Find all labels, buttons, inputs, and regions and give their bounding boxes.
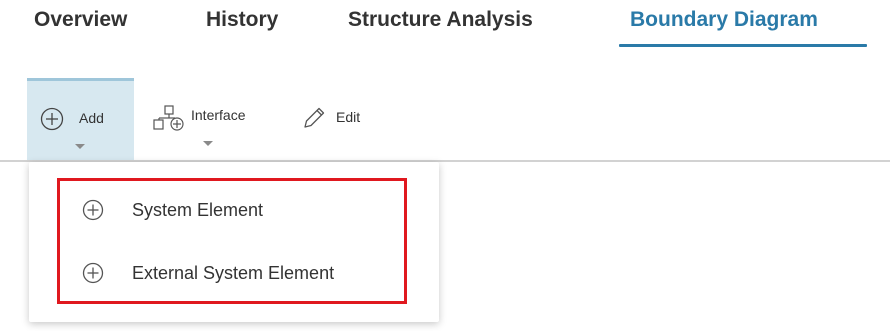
edit-button[interactable]: Edit bbox=[296, 78, 386, 160]
tab-structure-analysis[interactable]: Structure Analysis bbox=[348, 8, 533, 32]
add-button-label: Add bbox=[79, 110, 104, 126]
chevron-down-icon bbox=[75, 144, 85, 149]
app-root: Overview History Structure Analysis Boun… bbox=[0, 0, 890, 331]
tab-overview[interactable]: Overview bbox=[34, 8, 127, 32]
tab-boundary-diagram[interactable]: Boundary Diagram bbox=[630, 8, 818, 32]
interface-button-label: Interface bbox=[191, 107, 246, 123]
add-button[interactable]: Add bbox=[27, 78, 134, 160]
interface-icon bbox=[153, 105, 184, 131]
tab-history[interactable]: History bbox=[206, 8, 278, 32]
highlight-box bbox=[57, 178, 407, 304]
interface-button[interactable]: Interface bbox=[144, 78, 274, 160]
pencil-icon bbox=[304, 107, 325, 128]
chevron-down-icon bbox=[203, 141, 213, 146]
edit-button-label: Edit bbox=[336, 109, 361, 125]
plus-circle-icon bbox=[40, 107, 64, 131]
active-tab-indicator bbox=[619, 44, 867, 47]
